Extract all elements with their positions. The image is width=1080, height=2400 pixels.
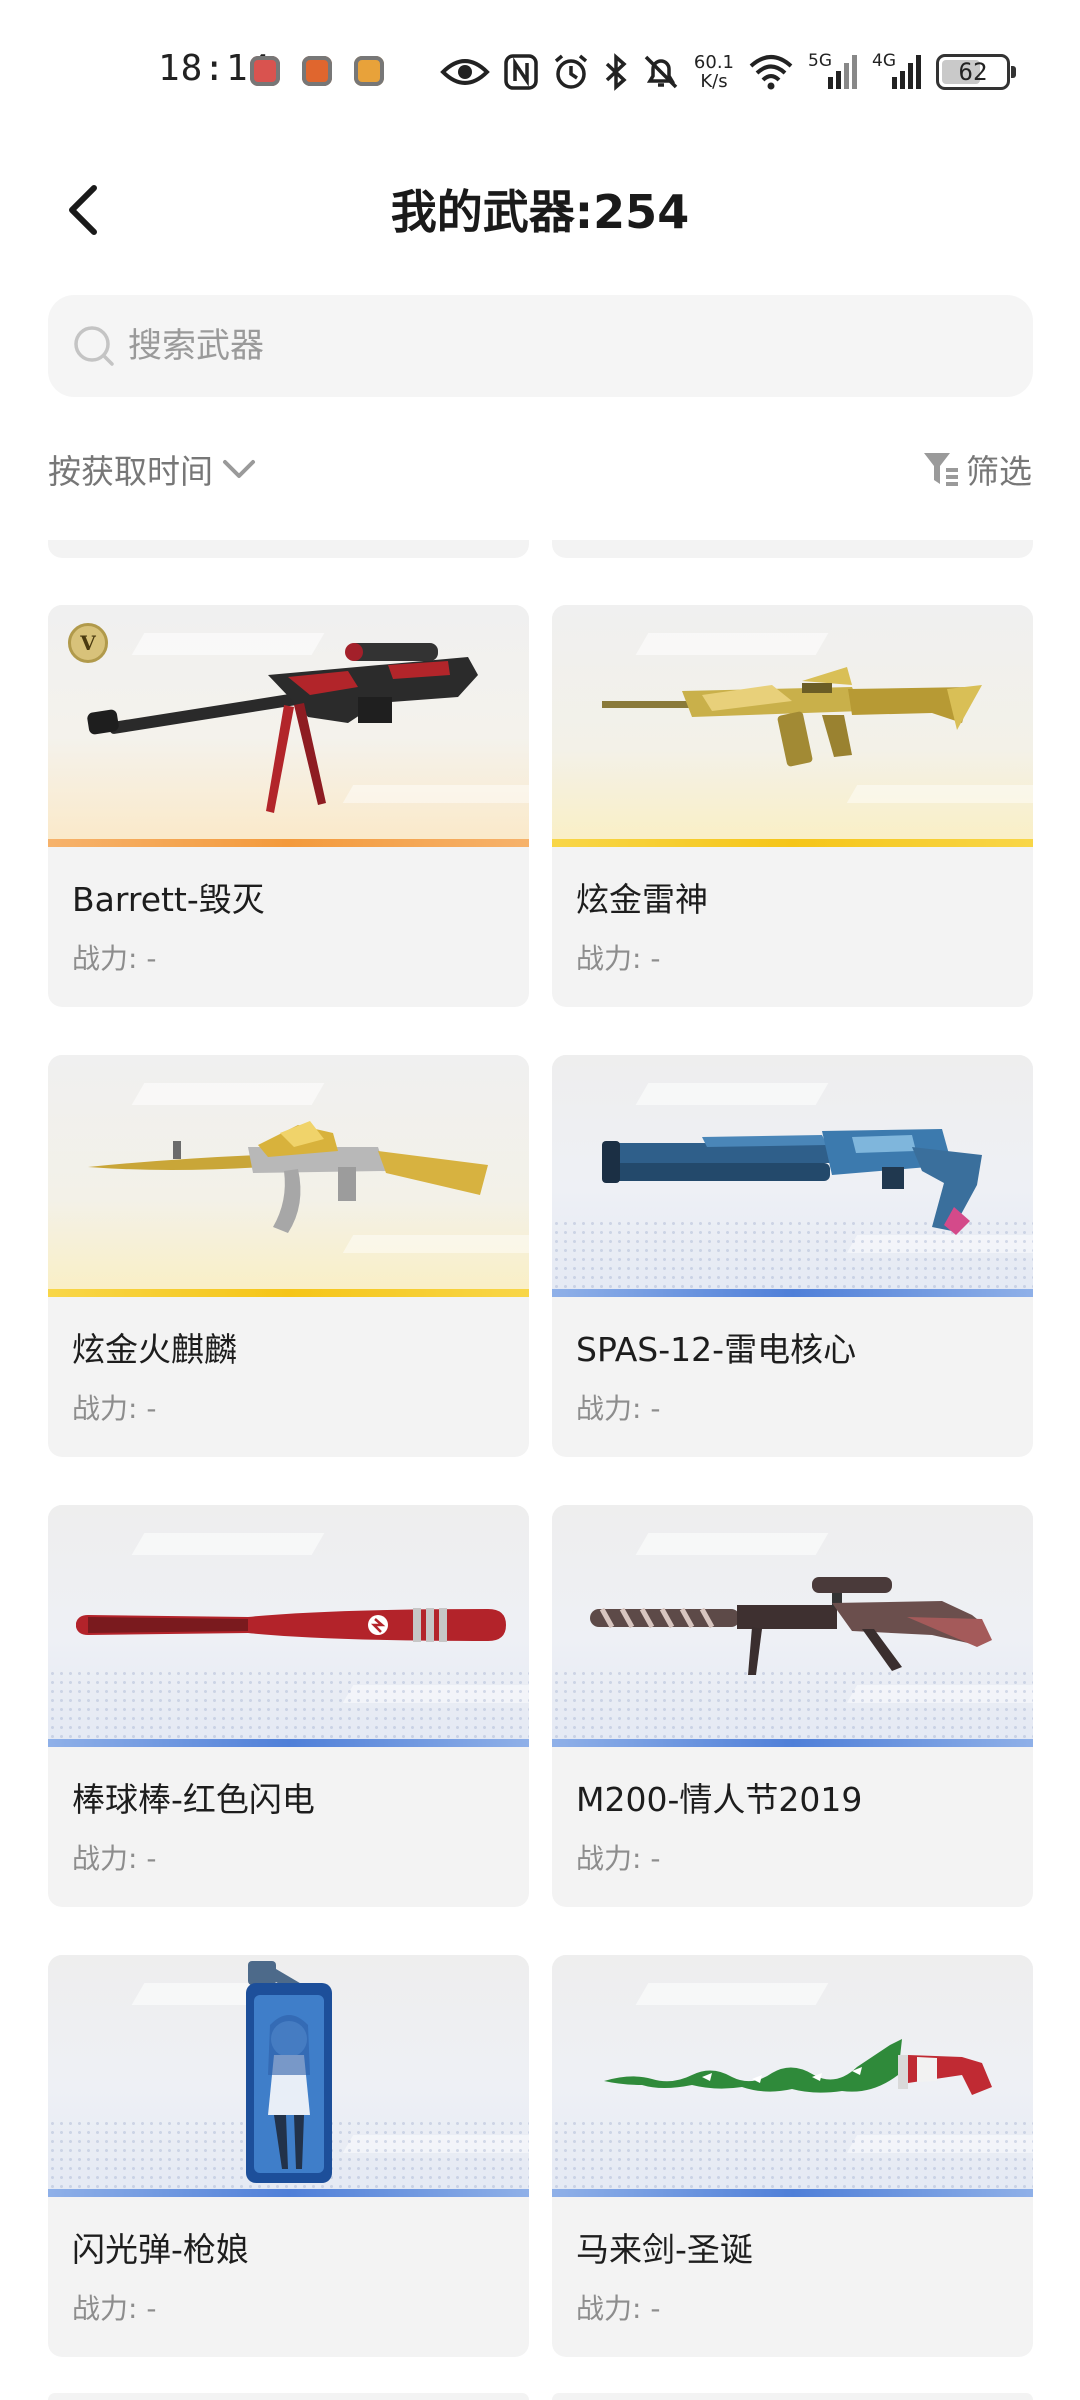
weapon-image — [48, 1955, 529, 2195]
weapon-power: 战力: - — [72, 2292, 157, 2325]
wifi-icon — [749, 55, 793, 90]
filter-button[interactable]: 筛选 — [922, 445, 1032, 493]
weapon-power: 战力: - — [576, 1392, 661, 1425]
weapon-card[interactable]: 炫金雷神 战力: - — [552, 605, 1033, 1007]
kris-sword-icon — [604, 2039, 992, 2095]
weapon-image — [552, 1055, 1033, 1295]
header: 我的武器:254 — [0, 150, 1080, 270]
weapon-card-partial[interactable] — [552, 540, 1033, 558]
rarity-bar — [48, 839, 529, 847]
weapon-card[interactable]: 闪光弹-枪娘 战力: - — [48, 1955, 529, 2357]
weapon-card-partial[interactable] — [48, 2393, 529, 2400]
vip-badge: V — [68, 623, 108, 663]
shotgun-icon — [602, 1129, 982, 1235]
filter-label: 筛选 — [966, 452, 1032, 491]
search-icon — [74, 326, 114, 366]
filter-icon — [924, 453, 958, 486]
weapon-power: 战力: - — [576, 1842, 661, 1875]
sniper-rifle-icon — [87, 643, 478, 813]
search-bar[interactable] — [48, 295, 1033, 397]
weapon-card[interactable]: V Barrett-毁灭 战力: - — [48, 605, 529, 1007]
nfc-icon — [504, 54, 538, 90]
weapon-card[interactable]: 马来剑-圣诞 战力: - — [552, 1955, 1033, 2357]
rarity-bar — [48, 2189, 529, 2197]
weapon-image: V — [48, 605, 529, 845]
rarity-bar — [552, 839, 1033, 847]
weapon-name: SPAS-12-雷电核心 — [576, 1330, 857, 1369]
weapon-name: M200-情人节2019 — [576, 1780, 863, 1819]
weapon-card-partial[interactable] — [48, 540, 529, 558]
bluetooth-icon — [605, 53, 627, 91]
rarity-bar — [48, 1739, 529, 1747]
rarity-bar — [552, 1739, 1033, 1747]
sort-label: 按获取时间 — [48, 452, 213, 491]
chevron-down-icon — [223, 460, 255, 478]
weapon-image — [48, 1055, 529, 1295]
sniper-rifle-icon — [590, 1577, 992, 1675]
signal-5g-icon: 5G — [808, 51, 858, 91]
weapon-grid: V Barrett-毁灭 战力: - 炫金雷神 战力: - 炫金火麒麟 战力: … — [48, 605, 1033, 2357]
weapon-name: 棒球棒-红色闪电 — [72, 1780, 315, 1819]
weapon-power: 战力: - — [72, 1392, 157, 1425]
weapon-name: 马来剑-圣诞 — [576, 2230, 753, 2269]
app-notification-icon — [250, 56, 280, 86]
weapon-image — [552, 605, 1033, 845]
weapon-name: Barrett-毁灭 — [72, 880, 265, 919]
mute-icon — [644, 55, 678, 89]
weapon-power: 战力: - — [72, 942, 157, 975]
weapon-name: 炫金火麒麟 — [72, 1330, 237, 1369]
weapon-image — [552, 1505, 1033, 1745]
weapon-power: 战力: - — [72, 1842, 157, 1875]
rarity-bar — [552, 1289, 1033, 1297]
assault-rifle-icon — [602, 667, 982, 767]
alarm-icon — [554, 54, 588, 89]
sort-dropdown[interactable]: 按获取时间 — [48, 445, 257, 493]
weapon-card[interactable]: SPAS-12-雷电核心 战力: - — [552, 1055, 1033, 1457]
weapon-name: 闪光弹-枪娘 — [72, 2230, 249, 2269]
signal-4g-icon: 4G — [872, 51, 922, 91]
weapon-card[interactable]: M200-情人节2019 战力: - — [552, 1505, 1033, 1907]
baseball-bat-icon — [76, 1608, 506, 1642]
eye-icon — [440, 59, 490, 85]
battery-icon: 62 — [936, 54, 1016, 90]
network-speed: 60.1 K/s — [693, 52, 734, 92]
app-notification-icon — [302, 56, 332, 86]
weapon-card-partial[interactable] — [552, 2393, 1033, 2400]
weapon-name: 炫金雷神 — [576, 880, 708, 919]
status-bar: 18:14 60.1 K/s 5G 4G 62 — [0, 0, 1080, 140]
app-notification-icon — [354, 56, 384, 86]
search-input[interactable] — [128, 326, 988, 366]
rarity-bar — [48, 1289, 529, 1297]
weapon-card[interactable]: 棒球棒-红色闪电 战力: - — [48, 1505, 529, 1907]
weapon-image — [552, 1955, 1033, 2195]
rarity-bar — [552, 2189, 1033, 2197]
page-title: 我的武器:254 — [390, 185, 690, 239]
weapon-power: 战力: - — [576, 942, 661, 975]
weapon-image — [48, 1505, 529, 1745]
flash-grenade-icon — [246, 1961, 332, 2183]
ak-rifle-icon — [88, 1121, 488, 1233]
weapon-card[interactable]: 炫金火麒麟 战力: - — [48, 1055, 529, 1457]
weapon-power: 战力: - — [576, 2292, 661, 2325]
